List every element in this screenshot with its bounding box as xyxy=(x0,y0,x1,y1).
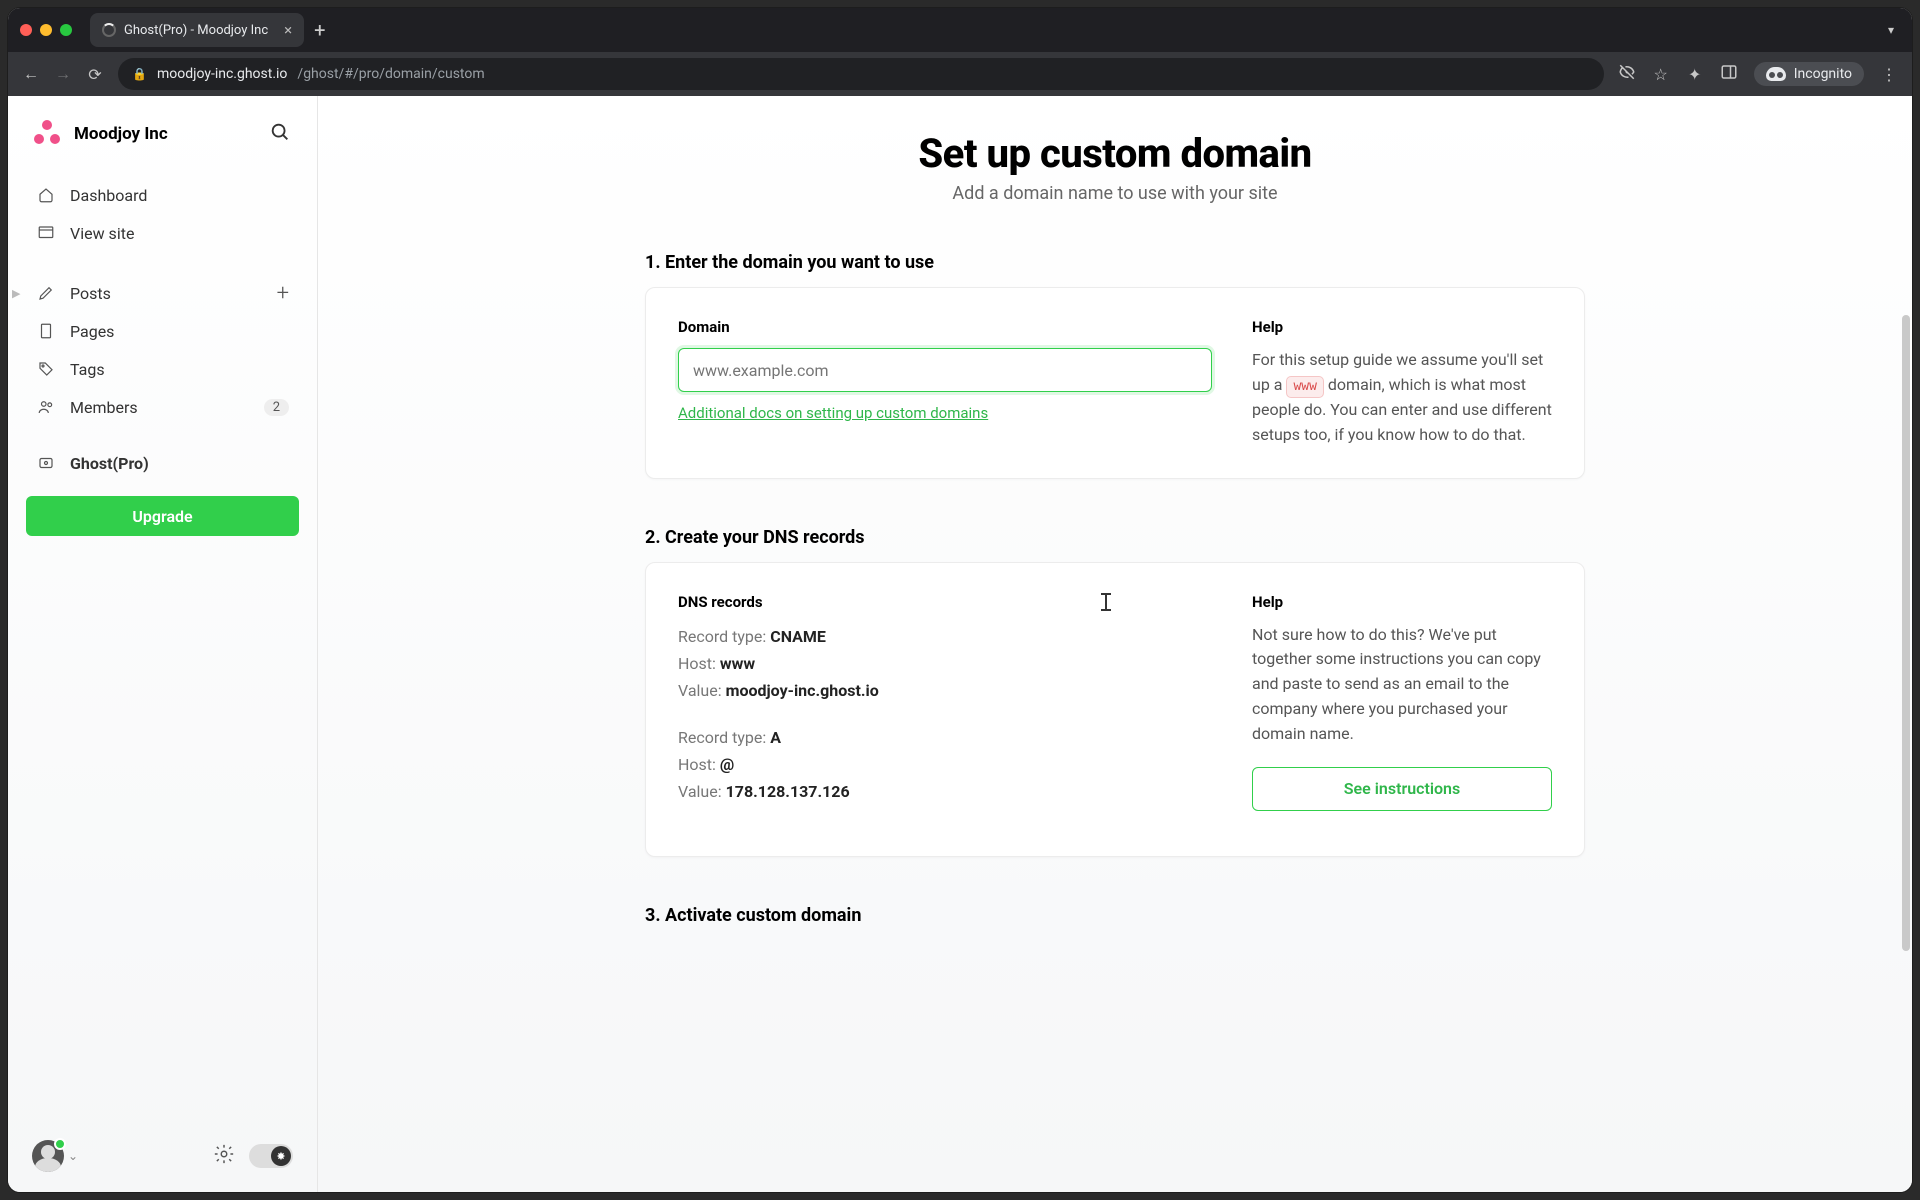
browser-tab-bar: Ghost(Pro) - Moodjoy Inc × + ▾ xyxy=(8,8,1912,52)
theme-toggle[interactable]: ✸ xyxy=(249,1144,293,1168)
search-button[interactable] xyxy=(269,121,291,147)
home-icon xyxy=(36,185,56,205)
domain-input[interactable] xyxy=(678,348,1212,392)
sidebar-item-members[interactable]: Members 2 xyxy=(26,388,299,426)
extensions-icon[interactable]: ✦ xyxy=(1686,65,1704,84)
reload-button[interactable]: ⟳ xyxy=(86,65,104,84)
eye-off-icon[interactable] xyxy=(1618,63,1636,85)
chevron-right-icon: ▶ xyxy=(12,287,20,300)
loading-spinner-icon xyxy=(102,23,116,37)
site-logo-icon xyxy=(34,120,62,148)
step-1-heading: 1. Enter the domain you want to use xyxy=(645,252,1585,273)
sidebar-item-label: Dashboard xyxy=(70,186,147,205)
help-text: For this setup guide we assume you'll se… xyxy=(1252,348,1552,448)
step-2-heading: 2. Create your DNS records xyxy=(645,527,1585,548)
tags-icon xyxy=(36,359,56,379)
settings-button[interactable] xyxy=(213,1143,235,1169)
sidebar-item-label: Ghost(Pro) xyxy=(70,454,149,473)
sidebar-item-view-site[interactable]: View site xyxy=(26,214,299,252)
sidebar-item-tags[interactable]: Tags xyxy=(26,350,299,388)
ghost-pro-icon xyxy=(36,453,56,473)
see-instructions-button[interactable]: See instructions xyxy=(1252,767,1552,811)
step-1-card: Domain Additional docs on setting up cus… xyxy=(645,287,1585,479)
step-3-heading: 3. Activate custom domain xyxy=(645,905,1585,926)
close-window-icon[interactable] xyxy=(20,24,32,36)
www-chip: www xyxy=(1286,376,1323,398)
help-title: Help xyxy=(1252,318,1552,336)
sidebar-item-label: Posts xyxy=(70,284,111,303)
back-button[interactable]: ← xyxy=(22,64,40,84)
browser-tab[interactable]: Ghost(Pro) - Moodjoy Inc × xyxy=(90,13,304,47)
bookmark-star-icon[interactable]: ☆ xyxy=(1652,65,1670,84)
side-panel-icon[interactable] xyxy=(1720,63,1738,85)
help-title: Help xyxy=(1252,593,1552,611)
site-switcher[interactable]: Moodjoy Inc xyxy=(34,120,291,148)
members-count-badge: 2 xyxy=(264,399,289,416)
docs-link[interactable]: Additional docs on setting up custom dom… xyxy=(678,404,988,422)
browser-toolbar: ← → ⟳ 🔒 moodjoy-inc.ghost.io/ghost/#/pro… xyxy=(8,52,1912,96)
new-post-button[interactable]: + xyxy=(277,281,289,306)
dns-record-1: Record type: CNAME Host: www Value: mood… xyxy=(678,623,1212,705)
url-host: moodjoy-inc.ghost.io xyxy=(157,66,287,82)
help-text: Not sure how to do this? We've put toget… xyxy=(1252,623,1552,747)
dark-mode-icon: ✸ xyxy=(271,1146,291,1166)
dns-record-2: Record type: A Host: @ Value: 178.128.13… xyxy=(678,724,1212,806)
upgrade-button[interactable]: Upgrade xyxy=(26,496,299,536)
dns-records-label: DNS records xyxy=(678,593,1212,611)
tab-title: Ghost(Pro) - Moodjoy Inc xyxy=(124,23,268,38)
incognito-icon xyxy=(1766,67,1786,81)
page-subtitle: Add a domain name to use with your site xyxy=(645,183,1585,204)
members-icon xyxy=(36,397,56,417)
page-title: Set up custom domain xyxy=(645,130,1585,177)
chevron-down-icon: ⌄ xyxy=(68,1149,78,1163)
incognito-indicator[interactable]: Incognito xyxy=(1754,62,1864,86)
online-status-icon xyxy=(54,1138,66,1150)
tabs-overflow-icon[interactable]: ▾ xyxy=(1882,23,1900,37)
sidebar-item-label: Pages xyxy=(70,322,114,341)
sidebar-item-label: View site xyxy=(70,224,134,243)
lock-icon: 🔒 xyxy=(132,67,147,81)
pages-icon xyxy=(36,321,56,341)
sidebar-item-label: Members xyxy=(70,398,138,417)
address-bar[interactable]: 🔒 moodjoy-inc.ghost.io/ghost/#/pro/domai… xyxy=(118,58,1604,90)
site-name: Moodjoy Inc xyxy=(74,124,168,144)
maximize-window-icon[interactable] xyxy=(60,24,72,36)
window-controls[interactable] xyxy=(20,24,72,36)
main-content: Set up custom domain Add a domain name t… xyxy=(318,96,1912,1192)
incognito-label: Incognito xyxy=(1794,66,1852,82)
posts-icon xyxy=(36,283,56,303)
sidebar-item-dashboard[interactable]: Dashboard xyxy=(26,176,299,214)
domain-field-label: Domain xyxy=(678,318,1212,336)
browser-menu-icon[interactable]: ⋮ xyxy=(1880,65,1898,84)
forward-button[interactable]: → xyxy=(54,64,72,84)
scrollbar[interactable] xyxy=(1902,315,1910,951)
sidebar-item-ghost-pro[interactable]: Ghost(Pro) xyxy=(26,444,299,482)
sidebar-item-label: Tags xyxy=(70,360,105,379)
view-site-icon xyxy=(36,223,56,243)
sidebar: Moodjoy Inc Dashboard View site ▶ xyxy=(8,96,318,1192)
user-menu[interactable]: ⌄ xyxy=(32,1140,78,1172)
sidebar-item-pages[interactable]: Pages xyxy=(26,312,299,350)
minimize-window-icon[interactable] xyxy=(40,24,52,36)
sidebar-item-posts[interactable]: ▶ Posts + xyxy=(26,274,299,312)
text-cursor-icon xyxy=(1105,593,1107,611)
close-tab-icon[interactable]: × xyxy=(284,21,292,39)
url-path: /ghost/#/pro/domain/custom xyxy=(297,66,484,82)
step-2-card: DNS records Record type: CNAME Host: www… xyxy=(645,562,1585,857)
new-tab-button[interactable]: + xyxy=(314,18,325,42)
